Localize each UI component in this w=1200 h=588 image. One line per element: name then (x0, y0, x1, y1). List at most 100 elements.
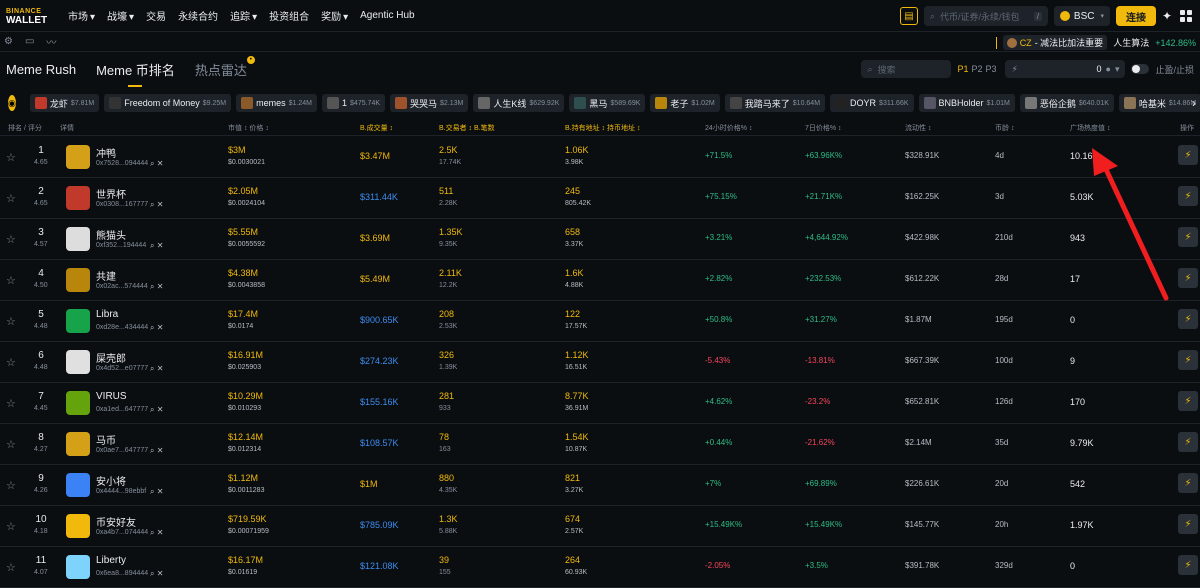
header-liquidity[interactable]: 流动性 ↕ (905, 123, 931, 133)
clipboard-icon[interactable]: ▤ (899, 7, 918, 25)
search-icon[interactable]: ⌕ ✕ (150, 528, 163, 538)
quick-buy-lightning-icon[interactable]: ⚡ (1178, 514, 1198, 534)
hot-tag[interactable]: 哭哭马 $2.13M (390, 94, 469, 112)
header-24h[interactable]: 24小时价格% ↕ (705, 123, 752, 133)
token-address[interactable]: 0xa1ed...647777 (96, 406, 148, 413)
quick-buy-lightning-icon[interactable]: ⚡ (1178, 186, 1198, 206)
nav-item-7[interactable]: Agentic Hub (360, 10, 414, 21)
token-avatar[interactable] (66, 227, 90, 251)
search-icon[interactable]: ⌕ ✕ (150, 405, 163, 415)
quick-buy-lightning-icon[interactable]: ⚡ (1178, 432, 1198, 452)
token-name[interactable]: 马币 (96, 432, 116, 447)
favorite-star-icon[interactable]: ☆ (6, 192, 16, 205)
token-avatar[interactable] (66, 309, 90, 333)
token-address[interactable]: 0xf352...194444 (96, 242, 146, 249)
header-rank[interactable]: 排名 / 评分 (8, 123, 42, 133)
favorite-star-icon[interactable]: ☆ (6, 151, 16, 164)
chevron-right-icon[interactable]: › (1192, 96, 1196, 110)
lightbulb-icon[interactable]: ✦ (1162, 9, 1174, 23)
search-icon[interactable]: ⌕ ✕ (150, 159, 163, 169)
token-address[interactable]: 0x0ae7...647777 (96, 447, 148, 454)
token-avatar[interactable] (66, 514, 90, 538)
token-name[interactable]: Liberty (96, 555, 126, 566)
token-avatar[interactable] (66, 432, 90, 456)
header-7d[interactable]: 7日价格% ↕ (805, 123, 842, 133)
page-p3[interactable]: P3 (985, 64, 996, 74)
favorite-star-icon[interactable]: ☆ (6, 438, 16, 451)
token-avatar[interactable] (66, 350, 90, 374)
tab-meme-rush[interactable]: Meme Rush (6, 56, 76, 83)
header-age[interactable]: 币龄 ↕ (995, 123, 1014, 133)
token-avatar[interactable] (66, 555, 90, 579)
table-row[interactable]: ☆ 3 4.57 熊猫头 0xf352...194444 ⌕ ✕ $5.55M $0.0055… (0, 219, 1200, 260)
nav-item-0[interactable]: 市场 ▾ (68, 8, 95, 23)
table-row[interactable]: ☆ 5 4.48 Libra 0xd28e...434444 ⌕ ✕ $17.4M $0.01… (0, 301, 1200, 342)
header-volume[interactable]: B.成交量 ↕ (360, 123, 393, 133)
favorite-star-icon[interactable]: ☆ (6, 397, 16, 410)
tab-meme-ranking[interactable]: Meme 币排名 (96, 54, 175, 87)
favorite-star-icon[interactable]: ☆ (6, 356, 16, 369)
page-p1[interactable]: P1 (957, 64, 968, 74)
search-icon[interactable]: ⌕ ✕ (150, 487, 163, 497)
hot-tag[interactable]: DOYR $311.66K (830, 94, 914, 112)
quick-buy-lightning-icon[interactable]: ⚡ (1178, 350, 1198, 370)
token-name[interactable]: 冲鸭 (96, 145, 116, 160)
global-search-input[interactable]: ⌕ 代币/证券/永续/钱包 / (923, 6, 1048, 26)
token-avatar[interactable] (66, 186, 90, 210)
token-avatar[interactable] (66, 473, 90, 497)
hot-tag[interactable]: 老子 $1.02M (650, 94, 720, 112)
header-mc[interactable]: 市值 ↕ 价格 ↕ (228, 123, 269, 133)
hot-tag[interactable]: 1 $475.74K (322, 94, 386, 112)
binance-wallet-logo[interactable]: BINANCE WALLET (6, 7, 64, 26)
token-address[interactable]: 0x02ac...574444 (96, 283, 148, 290)
quick-buy-lightning-icon[interactable]: ⚡ (1178, 473, 1198, 493)
quick-buy-lightning-icon[interactable]: ⚡ (1178, 391, 1198, 411)
table-row[interactable]: ☆ 8 4.27 马币 0x0ae7...647777 ⌕ ✕ $12.14M $0.0123… (0, 424, 1200, 465)
layout-icon[interactable]: ▭ (25, 36, 34, 47)
favorite-star-icon[interactable]: ☆ (6, 561, 16, 574)
token-name[interactable]: VIRUS (96, 391, 127, 402)
settings-icon[interactable]: ⚙ (4, 36, 13, 47)
chart-icon[interactable]: 〰 (46, 34, 56, 49)
table-row[interactable]: ☆ 7 4.45 VIRUS 0xa1ed...647777 ⌕ ✕ $10.29M $0.0… (0, 383, 1200, 424)
hot-tag[interactable]: 龙虾 $7.81M (29, 94, 100, 112)
nav-item-1[interactable]: 战壕 ▾ (107, 8, 134, 23)
hot-tag[interactable]: memes $1.24M (236, 94, 318, 112)
hot-tag[interactable]: 我踏马来了 $10.64M (724, 94, 826, 112)
token-address[interactable]: 0xa4b7...074444 (96, 529, 148, 536)
token-name[interactable]: 熊猫头 (96, 227, 126, 242)
ticker-item-cz[interactable]: CZ - 减法比加法重要 (1002, 35, 1108, 50)
quick-buy-lightning-icon[interactable]: ⚡ (1178, 227, 1198, 247)
quick-buy-lightning-icon[interactable]: ⚡ (1178, 555, 1198, 575)
search-icon[interactable]: ⌕ ✕ (150, 364, 163, 374)
token-name[interactable]: 共建 (96, 268, 116, 283)
nav-item-6[interactable]: 奖励 ▾ (321, 8, 348, 23)
table-row[interactable]: ☆ 11 4.07 Liberty 0x6ea8...894444 ⌕ ✕ $16.17M $… (0, 547, 1200, 588)
favorite-star-icon[interactable]: ☆ (6, 315, 16, 328)
table-row[interactable]: ☆ 10 4.18 币安好友 0xa4b7...074444 ⌕ ✕ $719.59K $0.… (0, 506, 1200, 547)
hot-tag[interactable]: 人生K线 $629.92K (473, 94, 565, 112)
favorite-star-icon[interactable]: ☆ (6, 520, 16, 533)
table-row[interactable]: ☆ 4 4.50 共建 0x02ac...574444 ⌕ ✕ $4.38M $0.00438… (0, 260, 1200, 301)
nav-item-5[interactable]: 投资组合 (269, 8, 309, 23)
header-heat[interactable]: 广场热度值 ↕ (1070, 123, 1110, 133)
favorite-star-icon[interactable]: ☆ (6, 274, 16, 287)
favorite-star-icon[interactable]: ☆ (6, 479, 16, 492)
hot-tag[interactable]: 哈基米 $14.86M (1118, 94, 1200, 112)
connect-button[interactable]: 连接 (1116, 6, 1156, 26)
header-holders[interactable]: B.持有地址 ↕ 持币地址 ↕ (565, 123, 640, 133)
token-address[interactable]: 0x4444...98ebbf (96, 488, 146, 495)
token-name[interactable]: 币安好友 (96, 514, 136, 529)
search-icon[interactable]: ⌕ ✕ (150, 200, 163, 210)
token-avatar[interactable] (66, 145, 90, 169)
token-address[interactable]: 0xd28e...434444 (96, 324, 148, 331)
search-icon[interactable]: ⌕ ✕ (150, 282, 163, 292)
table-row[interactable]: ☆ 6 4.48 屎壳郎 0x4d52...e07777 ⌕ ✕ $16.91M $0.025… (0, 342, 1200, 383)
search-icon[interactable]: ⌕ ✕ (150, 241, 163, 251)
apps-grid-icon[interactable] (1180, 10, 1192, 22)
table-row[interactable]: ☆ 2 4.65 世界杯 0x0308...167777 ⌕ ✕ $2.05M $0.0024… (0, 178, 1200, 219)
token-name[interactable]: 世界杯 (96, 186, 126, 201)
table-row[interactable]: ☆ 9 4.26 安小将 0x4444...98ebbf ⌕ ✕ $1.12M $0.0011… (0, 465, 1200, 506)
ticker-item2[interactable]: 人生算法 (1113, 36, 1149, 49)
quick-buy-amount-input[interactable]: ⚡ 0 ● ▾ (1005, 60, 1126, 78)
